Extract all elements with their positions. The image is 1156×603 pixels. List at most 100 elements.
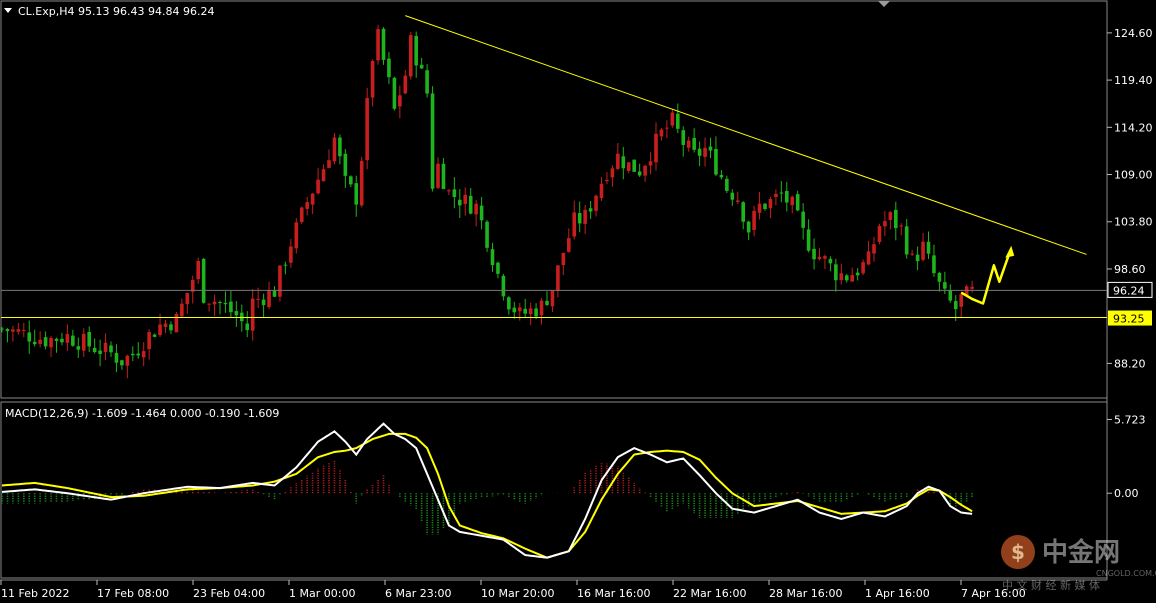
time-tick-label: 22 Mar 16:00 [673, 587, 746, 600]
candle-body [305, 202, 309, 209]
candle-body [779, 192, 784, 194]
candle-body [272, 290, 277, 297]
candle-body [567, 238, 571, 252]
candle-body [676, 113, 680, 129]
brand-name: 中金网 [1042, 537, 1120, 568]
candle-body [828, 258, 833, 264]
candle-body [289, 246, 293, 263]
candle-body [419, 64, 424, 69]
candle-body [392, 77, 397, 109]
price-tick-label: 88.20 [1114, 357, 1146, 370]
candle-body [610, 168, 615, 178]
candle-body [795, 194, 800, 211]
candle-body [496, 262, 500, 274]
candle-body [643, 165, 647, 176]
candle-body [485, 221, 489, 248]
candle-body [234, 311, 239, 316]
time-tick-label: 1 Apr 16:00 [865, 587, 930, 600]
candle-body [136, 353, 141, 356]
brand-tagline: 中 文 财 经 新 媒 体 [1002, 578, 1100, 592]
candle-body [577, 213, 582, 224]
chart-root: 124.60 119.40 114.20 109.00 103.80 98.60 88.20… [0, 0, 1156, 603]
candle-body [27, 332, 32, 342]
time-tick-label: 6 Mar 23:00 [385, 587, 451, 600]
price-tick-label: 124.60 [1114, 27, 1153, 40]
candle-body [245, 323, 250, 331]
candle-body [398, 95, 402, 107]
macd-tick-label: 5.723 [1114, 413, 1146, 426]
candle-body [76, 346, 81, 350]
candle-body [855, 272, 860, 276]
candle-body [490, 249, 495, 266]
candle-body [71, 335, 75, 346]
candle-body [910, 253, 914, 255]
time-tick-label: 16 Mar 16:00 [577, 587, 650, 600]
candle-body [141, 351, 146, 358]
candle-body [752, 210, 756, 230]
candle-body [447, 190, 451, 192]
candle-body [365, 98, 369, 161]
candle-body [229, 301, 233, 313]
candle-body [131, 353, 135, 356]
candle-body [81, 333, 86, 351]
candle-body [594, 195, 598, 211]
candle-body [654, 133, 658, 163]
candle-body [714, 149, 718, 175]
candle-body [0, 328, 4, 330]
candle-body [103, 342, 108, 352]
candle-body [768, 199, 773, 209]
candle-body [888, 212, 893, 221]
candle-body [463, 194, 468, 205]
candle-body [801, 211, 805, 228]
candle-body [632, 159, 636, 172]
candle-body [834, 264, 838, 281]
current-price-label: 96.24 [1113, 284, 1145, 297]
candle-body [452, 189, 457, 198]
candle-body [774, 193, 778, 198]
candle-body [894, 209, 898, 229]
candle-body [904, 226, 909, 255]
time-tick-label: 10 Mar 20:00 [481, 587, 554, 600]
candle-body [692, 137, 696, 150]
candle-body [223, 302, 228, 305]
candle-body [11, 329, 15, 332]
candle-body [441, 163, 446, 190]
candle-body [621, 156, 626, 169]
candle-body [943, 282, 947, 289]
candle-body [354, 183, 359, 205]
candle-body [866, 251, 871, 265]
candle-body [550, 290, 555, 307]
candle-body [54, 338, 59, 341]
candle-body [207, 303, 211, 305]
candle-body [32, 341, 37, 345]
candle-body [501, 275, 506, 297]
candle-body [218, 302, 222, 304]
candle-body [98, 350, 102, 354]
candle-body [948, 289, 953, 301]
price-tick-label: 109.00 [1114, 169, 1153, 182]
candle-body [507, 297, 511, 310]
candle-body [588, 208, 593, 212]
candle-body [92, 347, 97, 352]
time-tick-label: 11 Feb 2022 [1, 587, 69, 600]
candle-body [180, 303, 184, 317]
candle-body [523, 308, 527, 314]
candle-body [970, 286, 974, 289]
support-label: 93.25 [1113, 313, 1145, 326]
candle-body [120, 360, 124, 366]
candle-body [387, 58, 391, 78]
candle-body [785, 190, 789, 203]
candle-body [686, 140, 691, 148]
candle-body [534, 308, 538, 317]
brand-domain: CNGOLD.COM.CN [1096, 569, 1156, 578]
candle-body [899, 225, 904, 227]
candle-body [408, 35, 413, 77]
candle-body [637, 171, 642, 176]
candle-body [659, 129, 664, 137]
time-tick-label: 1 Mar 00:00 [289, 587, 355, 600]
candle-body [872, 244, 876, 254]
candle-body [414, 35, 418, 66]
candle-body [806, 229, 811, 251]
candle-body [937, 272, 942, 282]
symbol-line: CL.Exp,H4 95.13 96.43 94.84 96.24 [18, 5, 214, 18]
